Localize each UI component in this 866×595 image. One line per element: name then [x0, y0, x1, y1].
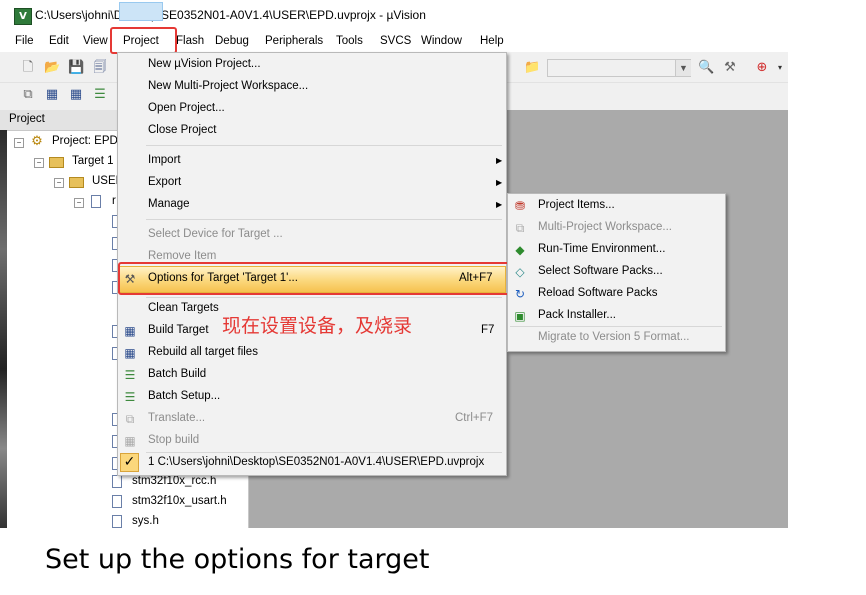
chevron-down-icon[interactable]: ▼ [675, 60, 691, 76]
menu-item-export[interactable]: Export [148, 176, 181, 188]
submenu-item-multi-project[interactable]: Multi-Project Workspace... [538, 221, 672, 233]
build-icon[interactable]: ▦ [44, 87, 60, 103]
project-items-icon: ⛃ [514, 199, 526, 213]
menu-separator [146, 219, 502, 220]
annotation-box-options [118, 262, 510, 295]
menu-item-build-target[interactable]: Build Target [148, 324, 209, 336]
tree-item-usart-header[interactable]: stm32f10x_usart.h [132, 495, 227, 507]
shortcut-f7: F7 [481, 324, 495, 336]
rebuild-icon[interactable]: ▦ [68, 87, 84, 103]
menu-item-translate[interactable]: Translate... [148, 412, 205, 424]
collapse-toggle-target[interactable]: − [34, 158, 44, 168]
menu-item-import[interactable]: Import [148, 154, 181, 166]
submenu-arrow-icon: ▶ [496, 178, 503, 187]
window-title: C:\Users\johni\Desktop\SE0352N01-A0V1.4\… [35, 8, 426, 22]
menu-item-select-device[interactable]: Select Device for Target ... [148, 228, 283, 240]
project-root-icon: ⚙ [31, 134, 43, 149]
menu-item-recent-project[interactable]: 1 C:\Users\johni\Desktop\SE0352N01-A0V1.… [148, 456, 484, 468]
batch-build-icon[interactable]: ☰ [92, 87, 108, 103]
menu-item-remove-item[interactable]: Remove Item [148, 250, 216, 262]
collapse-toggle-user[interactable]: − [54, 178, 64, 188]
batch-build-icon: ☰ [124, 368, 136, 382]
caption-text: Set up the options for target [45, 544, 430, 575]
menu-debug[interactable]: Debug [215, 35, 249, 47]
shortcut-ctrl-f7: Ctrl+F7 [455, 412, 494, 424]
menu-svcs[interactable]: SVCS [380, 35, 411, 47]
checkmark-icon: ✓ [120, 453, 139, 472]
uvision-app-icon: V [14, 8, 32, 25]
start-debug-icon[interactable]: ⊕ [754, 60, 770, 76]
file-icon [112, 475, 122, 488]
submenu-arrow-icon: ▶ [496, 200, 503, 209]
menu-item-batch-setup[interactable]: Batch Setup... [148, 390, 220, 402]
menu-file[interactable]: File [15, 35, 34, 47]
menu-separator [146, 297, 502, 298]
menu-item-manage[interactable]: Manage [148, 198, 190, 210]
translate-icon[interactable]: ⧉ [20, 87, 36, 103]
submenu-item-project-items[interactable]: Project Items... [538, 199, 615, 211]
open-folder-icon[interactable]: 📂 [44, 60, 60, 76]
tree-item-target[interactable]: Target 1 [72, 155, 114, 167]
save-icon[interactable]: 💾 [68, 60, 84, 76]
submenu-item-select-packs[interactable]: Select Software Packs... [538, 265, 663, 277]
save-all-icon[interactable]: 🗐 [92, 60, 108, 76]
stop-build-icon: ▦ [124, 434, 136, 448]
menu-flash[interactable]: Flash [176, 35, 204, 47]
menu-item-new-project[interactable]: New µVision Project... [148, 58, 261, 70]
menu-tools[interactable]: Tools [336, 35, 363, 47]
collapse-toggle-project[interactable]: − [14, 138, 24, 148]
menu-separator [510, 326, 722, 327]
batch-setup-icon: ☰ [124, 390, 136, 404]
menu-item-rebuild-all[interactable]: Rebuild all target files [148, 346, 258, 358]
workspace-icon: ⧉ [515, 221, 525, 235]
reload-icon: ↻ [514, 287, 526, 301]
user-folder-icon [69, 177, 84, 188]
tree-item-rcc-header[interactable]: stm32f10x_rcc.h [132, 475, 216, 487]
target-folder-icon [49, 157, 64, 168]
submenu-item-migrate[interactable]: Migrate to Version 5 Format... [538, 331, 689, 343]
menu-item-open-project[interactable]: Open Project... [148, 102, 225, 114]
incremental-find-icon[interactable]: 🔍 [698, 60, 714, 76]
new-file-icon[interactable]: 🗋 [20, 60, 36, 76]
menu-project-active-bg [119, 2, 163, 21]
menu-item-close-project[interactable]: Close Project [148, 124, 216, 136]
submenu-item-runtime-env[interactable]: Run-Time Environment... [538, 243, 665, 255]
menu-help[interactable]: Help [480, 35, 504, 47]
pack-installer-icon: ▣ [514, 309, 526, 323]
submenu-item-pack-installer[interactable]: Pack Installer... [538, 309, 616, 321]
translate-icon: ⧉ [125, 412, 135, 426]
menu-separator [146, 145, 502, 146]
submenu-arrow-icon: ▶ [496, 156, 503, 165]
tree-item-sys-header[interactable]: sys.h [132, 515, 159, 527]
rebuild-icon: ▦ [124, 346, 136, 360]
menu-item-clean-targets[interactable]: Clean Targets [148, 302, 219, 314]
debug-settings-icon[interactable]: ⚒ [722, 60, 738, 76]
menu-window[interactable]: Window [421, 35, 462, 47]
find-in-files-icon[interactable]: 📁 [524, 60, 540, 76]
annotation-text: 现在设置设备，及烧录 [222, 315, 413, 337]
photo-background-strip [0, 130, 7, 528]
file-icon [91, 195, 101, 208]
toolbar-dropdown-icon[interactable]: ▾ [772, 60, 788, 76]
build-icon: ▦ [124, 324, 136, 338]
menu-item-batch-build[interactable]: Batch Build [148, 368, 206, 380]
menu-edit[interactable]: Edit [49, 35, 69, 47]
project-panel-title: Project [9, 113, 45, 125]
tree-item-project[interactable]: Project: EPD [52, 135, 118, 147]
submenu-item-reload-packs[interactable]: Reload Software Packs [538, 287, 658, 299]
collapse-toggle-file[interactable]: − [74, 198, 84, 208]
menu-view[interactable]: View [83, 35, 108, 47]
find-combo-box[interactable] [547, 59, 691, 77]
select-packs-icon: ◇ [515, 265, 525, 279]
menu-peripherals[interactable]: Peripherals [265, 35, 323, 47]
menu-item-new-workspace[interactable]: New Multi-Project Workspace... [148, 80, 308, 92]
rte-icon: ◆ [515, 243, 525, 257]
file-icon [112, 495, 122, 508]
menu-separator [146, 452, 502, 453]
tree-item-file[interactable]: r [112, 195, 116, 207]
file-icon [112, 515, 122, 528]
annotation-box-project-menu [110, 27, 177, 54]
menu-item-stop-build[interactable]: Stop build [148, 434, 199, 446]
